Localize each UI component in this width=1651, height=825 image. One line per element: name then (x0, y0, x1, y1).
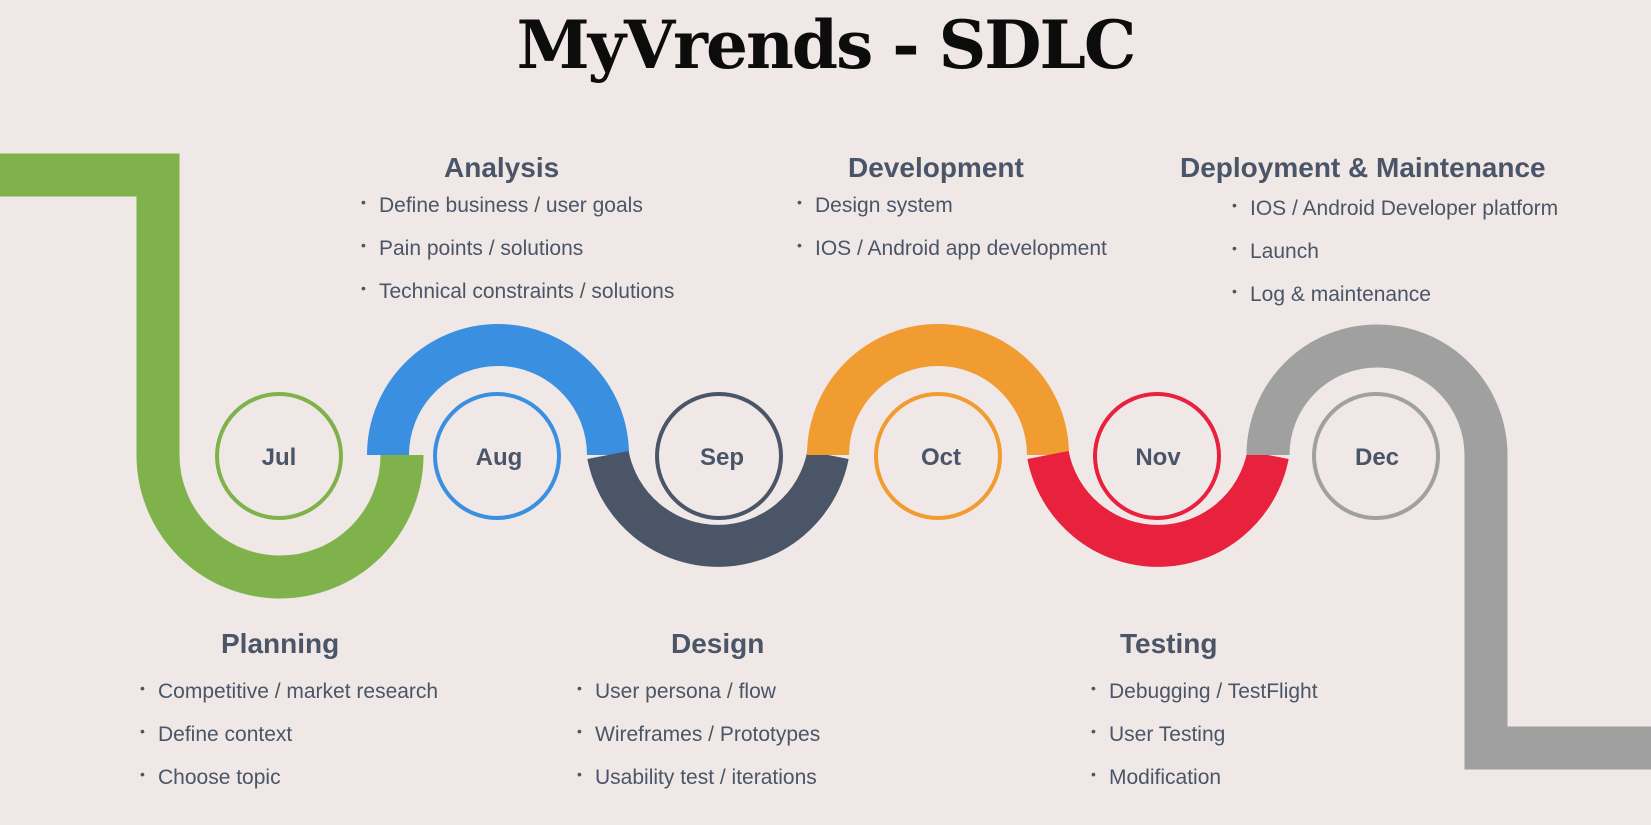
planning-path-segment (0, 153, 424, 599)
development-path-segment (807, 324, 1069, 456)
deployment-path-segment (1246, 324, 1651, 770)
phase-items-planning: Competitive / market research Define con… (140, 667, 438, 799)
list-item: User persona / flow (577, 667, 820, 713)
phase-title-testing: Testing (1120, 628, 1218, 659)
list-item: Wireframes / Prototypes (577, 710, 820, 756)
list-item: Competitive / market research (140, 667, 438, 713)
list-item: Pain points / solutions (361, 224, 674, 270)
list-item: Log & maintenance (1232, 270, 1558, 316)
list-item: Define context (140, 710, 438, 756)
month-label-nov: Nov (1135, 444, 1181, 471)
phase-planning: Planning Competitive / market research D… (140, 628, 438, 799)
analysis-path-segment (367, 324, 629, 456)
list-item: Launch (1232, 227, 1558, 273)
phase-items-deployment: IOS / Android Developer platform Launch … (1232, 184, 1558, 316)
phase-testing: Testing Debugging / TestFlight User Test… (1091, 628, 1318, 799)
phase-items-development: Design system IOS / Android app developm… (797, 181, 1107, 270)
list-item: User Testing (1091, 710, 1318, 756)
phase-items-design: User persona / flow Wireframes / Prototy… (577, 667, 820, 799)
phase-title-deployment: Deployment & Maintenance (1180, 152, 1546, 183)
list-item: Usability test / iterations (577, 753, 820, 799)
phase-deployment: Deployment & Maintenance IOS / Android D… (1180, 152, 1558, 316)
list-item: Debugging / TestFlight (1091, 667, 1318, 713)
list-item: Modification (1091, 753, 1318, 799)
list-item: Design system (797, 181, 1107, 227)
phase-title-analysis: Analysis (444, 152, 560, 183)
list-item: Technical constraints / solutions (361, 267, 674, 313)
phase-items-analysis: Define business / user goals Pain points… (361, 181, 674, 313)
month-label-dec: Dec (1354, 444, 1400, 471)
phase-items-testing: Debugging / TestFlight User Testing Modi… (1091, 667, 1318, 799)
phase-title-planning: Planning (221, 628, 340, 659)
list-item: Choose topic (140, 753, 438, 799)
phase-title-development: Development (848, 152, 1024, 183)
phase-design: Design User persona / flow Wireframes / … (577, 628, 820, 799)
list-item: IOS / Android app development (797, 224, 1107, 270)
month-label-oct: Oct (920, 444, 961, 471)
month-label-jul: Jul (261, 444, 297, 471)
phase-title-design: Design (671, 628, 765, 659)
phase-development: Development Design system IOS / Android … (797, 152, 1107, 270)
phase-analysis: Analysis Define business / user goals Pa… (361, 152, 674, 313)
month-label-sep: Sep (699, 444, 744, 471)
month-label-aug: Aug (475, 444, 523, 471)
list-item: Define business / user goals (361, 181, 674, 227)
list-item: IOS / Android Developer platform (1232, 184, 1558, 230)
